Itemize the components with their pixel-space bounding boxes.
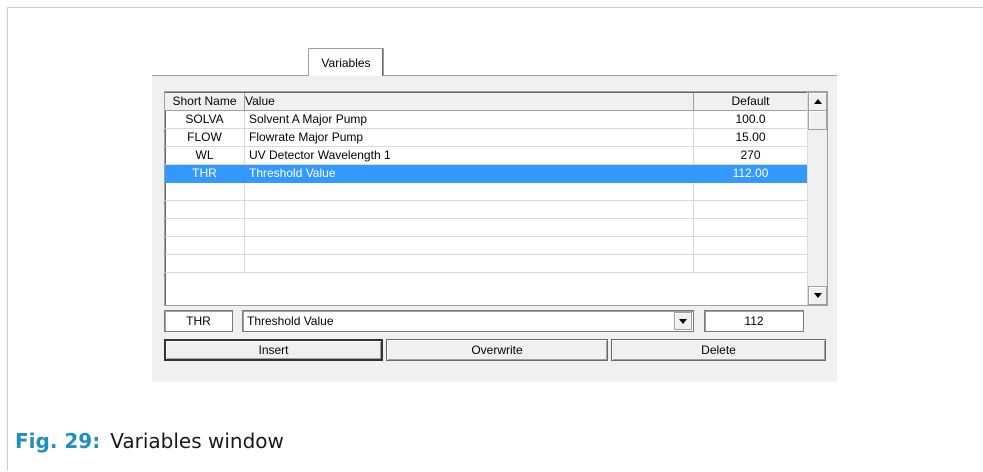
short-name-cell[interactable]: SOLVA <box>165 111 245 129</box>
overwrite-button[interactable]: Overwrite <box>386 339 608 361</box>
tab-panel: Short Name Value Default SOLVA Solvent A … <box>152 76 837 382</box>
short-name-cell[interactable] <box>165 237 245 255</box>
vertical-scrollbar[interactable] <box>807 92 827 305</box>
value-cell[interactable]: UV Detector Wavelength 1 <box>245 147 694 165</box>
figure-caption: Fig. 29: Variables window <box>15 429 284 453</box>
combobox-dropdown-button[interactable] <box>674 312 692 330</box>
value-cell[interactable]: Threshold Value <box>245 165 694 183</box>
default-cell[interactable] <box>694 219 808 237</box>
figure-number: Fig. 29: <box>15 429 101 453</box>
value-combobox-text: Threshold Value <box>247 314 334 328</box>
short-name-cell[interactable]: THR <box>165 165 245 183</box>
default-cell[interactable]: 112.00 <box>694 165 808 183</box>
scrollbar-thumb[interactable] <box>808 110 827 130</box>
insert-button[interactable]: Insert <box>164 339 383 361</box>
default-field[interactable]: 112 <box>704 310 804 332</box>
column-header-short-name[interactable]: Short Name <box>165 93 245 111</box>
chevron-down-icon <box>679 318 687 324</box>
triangle-down-icon <box>813 293 822 298</box>
column-header-default[interactable]: Default <box>694 93 808 111</box>
default-cell[interactable]: 100.0 <box>694 111 808 129</box>
default-cell[interactable] <box>694 183 808 201</box>
value-cell[interactable] <box>245 201 694 219</box>
scroll-up-button[interactable] <box>808 92 827 111</box>
default-cell[interactable] <box>694 201 808 219</box>
value-cell[interactable] <box>245 237 694 255</box>
short-name-cell[interactable] <box>165 183 245 201</box>
short-name-cell[interactable]: FLOW <box>165 129 245 147</box>
figure-caption-text: Variables window <box>110 429 284 453</box>
value-cell[interactable]: Solvent A Major Pump <box>245 111 694 129</box>
value-combobox[interactable]: Threshold Value <box>242 310 694 332</box>
default-cell[interactable] <box>694 255 808 273</box>
default-cell[interactable]: 15.00 <box>694 129 808 147</box>
short-name-cell[interactable] <box>165 219 245 237</box>
scroll-down-button[interactable] <box>808 286 827 305</box>
default-cell[interactable]: 270 <box>694 147 808 165</box>
value-cell[interactable] <box>245 255 694 273</box>
variables-window: Variables Short Name Value Default SOLVA… <box>152 45 837 382</box>
short-name-cell[interactable]: WL <box>165 147 245 165</box>
short-name-field[interactable]: THR <box>164 310 233 332</box>
short-name-cell[interactable] <box>165 201 245 219</box>
delete-button[interactable]: Delete <box>611 339 826 361</box>
default-cell[interactable] <box>694 237 808 255</box>
tab-variables[interactable]: Variables <box>308 48 384 76</box>
triangle-up-icon <box>813 99 822 104</box>
variables-grid[interactable]: Short Name Value Default SOLVA Solvent A … <box>164 91 828 306</box>
short-name-cell[interactable] <box>165 255 245 273</box>
value-cell[interactable]: Flowrate Major Pump <box>245 129 694 147</box>
column-header-value[interactable]: Value <box>245 93 694 111</box>
value-cell[interactable] <box>245 219 694 237</box>
value-cell[interactable] <box>245 183 694 201</box>
